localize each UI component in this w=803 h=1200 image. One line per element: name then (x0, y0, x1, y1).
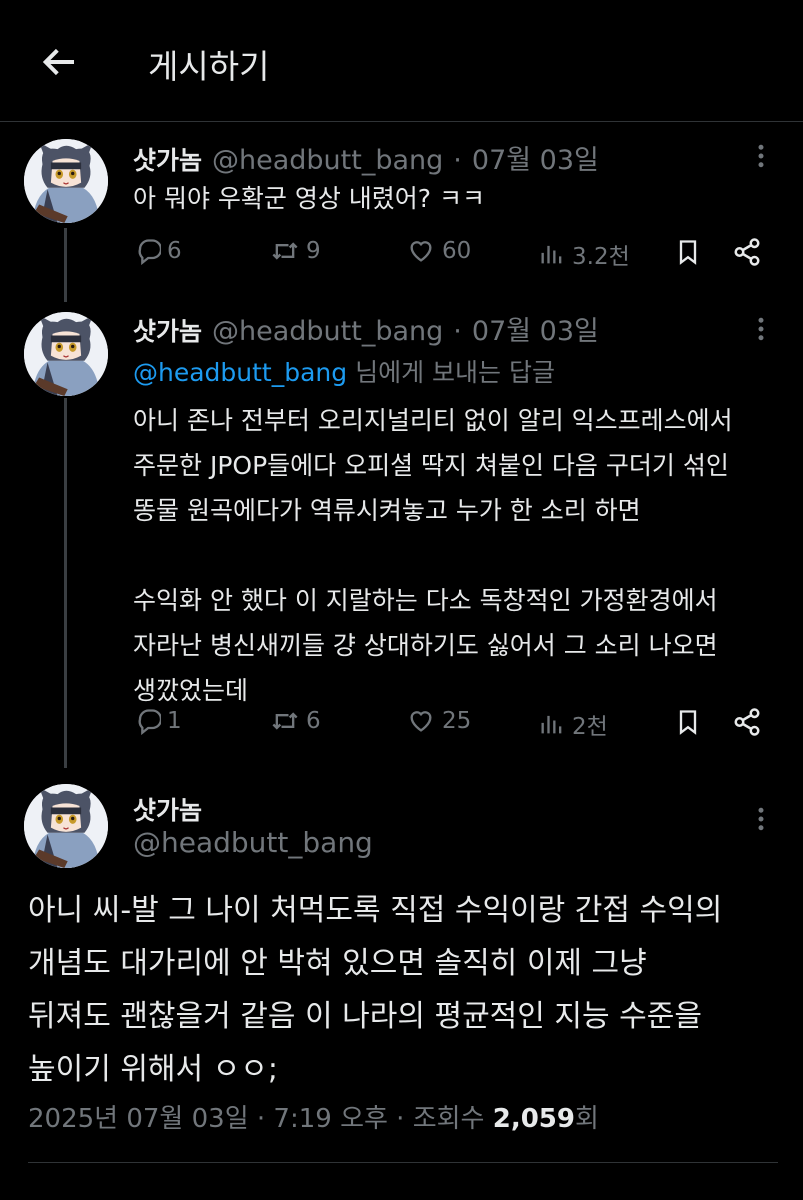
like-button[interactable]: 25 (406, 707, 471, 735)
view-count-suffix: 회 (574, 1104, 599, 1134)
meta-divider (28, 1162, 778, 1163)
more-button[interactable] (746, 804, 776, 834)
like-icon (410, 241, 432, 262)
views-icon (541, 714, 562, 735)
reply-icon (138, 239, 161, 264)
display-name[interactable]: 샷가놈 (133, 312, 202, 348)
reply-to-suffix: 님에게 보내는 답글 (347, 358, 555, 387)
more-icon (758, 317, 764, 341)
more-icon (758, 144, 764, 168)
display-name[interactable]: 샷가놈 (133, 791, 202, 827)
avatar[interactable] (24, 784, 108, 868)
handle[interactable]: @headbutt_bang (212, 316, 443, 347)
main-tweet-text: 아니 씨-발 그 나이 처먹도록 직접 수익이랑 간접 수익의 개념도 대가리에… (28, 893, 723, 1087)
page-title: 게시하기 (148, 47, 270, 86)
view-count-number: 2,059 (492, 1104, 575, 1134)
bookmark-icon (679, 710, 697, 734)
reply-to-mention[interactable]: @headbutt_bang (133, 358, 347, 387)
retweet-count: 9 (306, 238, 321, 264)
like-button[interactable]: 60 (406, 237, 471, 265)
views-icon (541, 244, 562, 265)
reply-to-line: @headbutt_bang 님에게 보내는 답글 (133, 353, 555, 389)
share-button[interactable] (732, 707, 762, 741)
tweet-text: 아니 존나 전부터 오리지널리티 없이 알리 익스프레스에서 주문한 JPOP들… (133, 406, 733, 705)
views-button[interactable]: 2천 (538, 707, 608, 741)
separator: · (453, 316, 462, 347)
back-button[interactable] (38, 42, 80, 82)
more-button[interactable] (746, 314, 776, 344)
avatar[interactable] (24, 312, 108, 396)
like-count: 25 (442, 708, 472, 734)
tweet-datetime[interactable]: 2025년 07월 03일 · 7:19 오후 · 조회수 (28, 1104, 493, 1134)
like-icon (410, 711, 432, 732)
thread-line (64, 398, 67, 768)
share-icon (734, 238, 760, 266)
tweet-text: 아 뭐야 우확군 영상 내렸어? ㅋㅋ (133, 184, 486, 213)
reply-count: 6 (167, 238, 182, 264)
views-button[interactable]: 3.2천 (538, 237, 630, 271)
reply-button[interactable]: 6 (133, 237, 182, 265)
reply-count: 1 (167, 708, 182, 734)
handle[interactable]: @headbutt_bang (212, 145, 443, 176)
reply-icon (138, 709, 161, 734)
view-count: 3.2천 (572, 244, 630, 270)
header-divider (0, 121, 803, 122)
tweet-meta: 2025년 07월 03일 · 7:19 오후 · 조회수 2,059회 (28, 1098, 599, 1135)
share-icon (734, 708, 760, 736)
view-count: 2천 (572, 714, 608, 740)
thread-line (64, 228, 67, 302)
bookmark-button[interactable] (674, 237, 702, 271)
retweet-button[interactable]: 9 (270, 237, 321, 265)
retweet-icon (272, 712, 298, 730)
back-arrow-icon (42, 48, 74, 76)
tweet-date[interactable]: 07월 03일 (472, 138, 599, 177)
retweet-icon (272, 242, 298, 260)
reply-button[interactable]: 1 (133, 707, 182, 735)
retweet-button[interactable]: 6 (270, 707, 321, 735)
more-button[interactable] (746, 141, 776, 171)
like-count: 60 (442, 238, 472, 264)
tweet-header: 샷가놈 @headbutt_bang · 07월 03일 (133, 309, 599, 348)
tweet-date[interactable]: 07월 03일 (472, 309, 599, 348)
handle[interactable]: @headbutt_bang (133, 826, 373, 859)
tweet-header: 샷가놈 @headbutt_bang · 07월 03일 (133, 138, 599, 177)
avatar[interactable] (24, 139, 108, 223)
bookmark-icon (679, 240, 697, 264)
separator: · (453, 145, 462, 176)
bookmark-button[interactable] (674, 707, 702, 741)
display-name[interactable]: 샷가놈 (133, 141, 202, 177)
more-icon (758, 807, 764, 831)
retweet-count: 6 (306, 708, 321, 734)
share-button[interactable] (732, 237, 762, 271)
